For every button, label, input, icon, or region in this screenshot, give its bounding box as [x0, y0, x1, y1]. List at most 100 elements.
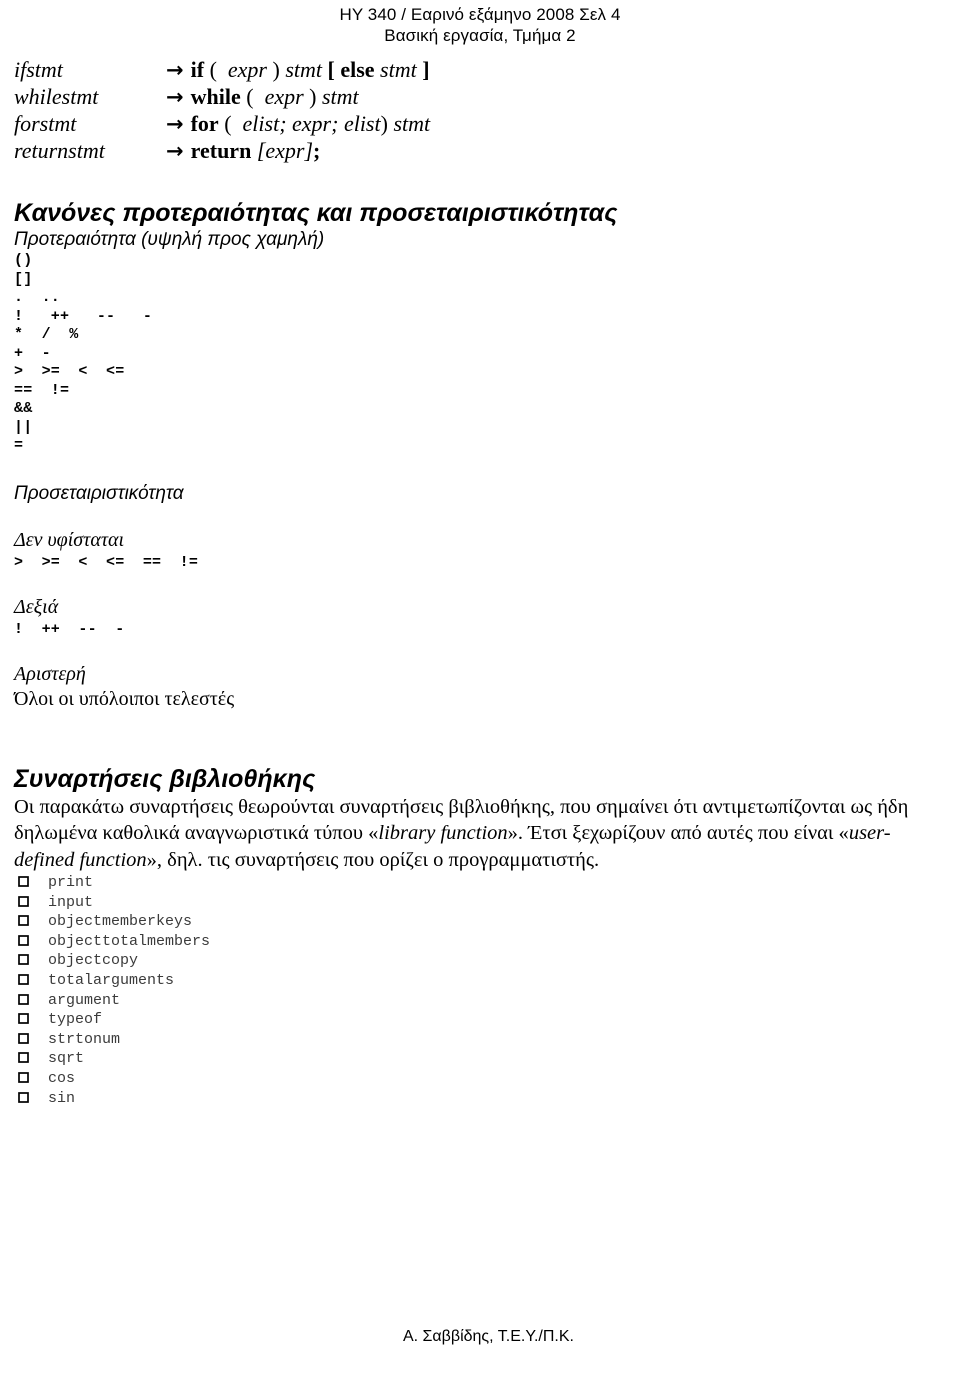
paragraph-emphasis-library-function: library function	[378, 822, 508, 844]
library-function-name: sin	[48, 1089, 76, 1107]
library-function-item: objecttotalmembers	[14, 932, 946, 952]
associativity-group-operators: > >= < <= == !=	[14, 553, 199, 571]
associativity-group-none: Δεν υφίσταται > >= < <= == !=	[14, 528, 946, 573]
library-functions-list: print input objectmemberkeys objecttotalmem…	[14, 873, 946, 1108]
library-section-title: Συναρτήσεις βιβλιοθήκης	[14, 764, 316, 793]
grammar-token: expr	[259, 84, 304, 109]
grammar-token: stmt	[321, 84, 359, 109]
checkbox-square-bullet-icon	[14, 951, 48, 971]
page-header-line-1: HY 340 / Εαρινό εξάμηνο 2008 Σελ 4	[339, 5, 621, 24]
library-function-item: input	[14, 893, 946, 913]
grammar-rule-row: whilestmt → while ( expr ) stmt	[14, 83, 946, 110]
grammar-lhs: returnstmt	[14, 138, 105, 163]
checkbox-square-bullet-icon	[14, 912, 48, 932]
library-function-name: strtonum	[48, 1030, 121, 1048]
paragraph-text-part-3: », δηλ. τις συναρτήσεις που ορίζει ο προ…	[146, 848, 600, 871]
library-function-name: sqrt	[48, 1050, 85, 1068]
associativity-section-title: Προσεταιριστικότητα	[14, 482, 184, 504]
checkbox-square-bullet-icon	[14, 1089, 48, 1109]
checkbox-square-bullet-icon	[14, 1049, 48, 1069]
precedence-level: =	[14, 437, 24, 454]
grammar-token: else	[340, 57, 375, 82]
associativity-group-label: Δεξιά	[14, 595, 59, 618]
library-function-item: typeof	[14, 1010, 946, 1030]
associativity-group-right: Δεξιά ! ++ -- -	[14, 595, 946, 640]
grammar-token: ;	[313, 138, 321, 163]
grammar-token: stmt	[285, 57, 322, 82]
precedence-level: == !=	[14, 381, 70, 399]
library-function-item: totalarguments	[14, 971, 946, 991]
grammar-token: stmt	[380, 57, 417, 82]
checkbox-square-bullet-icon	[14, 1069, 48, 1089]
associativity-group-operators: ! ++ -- -	[14, 620, 125, 638]
library-function-name: objectmemberkeys	[48, 913, 193, 931]
grammar-token: )	[266, 57, 286, 82]
checkbox-square-bullet-icon	[14, 932, 48, 952]
grammar-token: stmt	[393, 111, 431, 136]
library-section-paragraph: Οι παρακάτω συναρτήσεις θεωρούνται συναρ…	[14, 794, 946, 874]
grammar-lhs: whilestmt	[14, 84, 99, 109]
precedence-level: > >= < <=	[14, 363, 125, 380]
precedence-level: + -	[14, 344, 51, 362]
checkbox-square-bullet-icon	[14, 873, 48, 893]
library-function-name: cos	[48, 1069, 76, 1087]
grammar-token: while	[190, 84, 241, 109]
checkbox-square-bullet-icon	[14, 971, 48, 991]
grammar-token: [	[327, 57, 335, 82]
associativity-group-left: Αριστερή Όλοι οι υπόλοιποι τελεστές	[14, 662, 946, 712]
precedence-level: ()	[14, 252, 33, 269]
paragraph-text-part-2: ». Έτσι ξεχωρίζουν από αυτές που είναι «	[507, 822, 849, 844]
grammar-token: expr	[222, 57, 267, 82]
library-function-item: objectcopy	[14, 951, 946, 971]
precedence-section-title: Κανόνες προτεραιότητας και προσεταιριστι…	[14, 199, 618, 227]
grammar-rhs: for ( elist; expr; elist) stmt	[191, 110, 946, 137]
grammar-token: )	[303, 84, 322, 109]
library-function-name: input	[48, 893, 94, 911]
grammar-rule-row: forstmt → for ( elist; expr; elist) stmt	[14, 110, 946, 137]
library-function-item: objectmemberkeys	[14, 912, 946, 932]
library-function-item: sqrt	[14, 1049, 946, 1069]
library-function-item: argument	[14, 991, 946, 1011]
grammar-token: )	[380, 111, 394, 136]
precedence-level: * / %	[14, 326, 79, 343]
library-function-item: strtonum	[14, 1030, 946, 1050]
page-header: HY 340 / Εαρινό εξάμηνο 2008 Σελ 4 Βασικ…	[14, 0, 946, 46]
precedence-subtitle: Προτεραιότητα (υψηλή προς χαμηλή)	[14, 229, 325, 250]
grammar-token: (	[240, 84, 260, 109]
grammar-token: (	[218, 111, 238, 136]
checkbox-square-bullet-icon	[14, 1010, 48, 1030]
library-function-name: totalarguments	[48, 971, 175, 989]
library-function-name: objecttotalmembers	[48, 932, 211, 950]
grammar-token: for	[190, 111, 219, 136]
library-function-name: argument	[48, 991, 121, 1009]
grammar-rule-row: ifstmt → if ( expr ) stmt [ else stmt ]	[14, 56, 946, 83]
associativity-group-note: Όλοι οι υπόλοιποι τελεστές	[14, 687, 235, 710]
grammar-token: ]	[422, 57, 430, 82]
library-function-name: objectcopy	[48, 952, 139, 970]
checkbox-square-bullet-icon	[14, 1030, 48, 1050]
library-function-name: typeof	[48, 1011, 103, 1029]
arrow-right-icon: →	[166, 85, 184, 109]
grammar-rhs: if ( expr ) stmt [ else stmt ]	[191, 56, 946, 83]
grammar-lhs: forstmt	[14, 111, 77, 136]
precedence-level: ! ++ -- -	[14, 307, 153, 325]
grammar-token: return	[190, 138, 252, 163]
checkbox-square-bullet-icon	[14, 893, 48, 913]
library-function-item: cos	[14, 1069, 946, 1089]
library-function-item: sin	[14, 1089, 946, 1109]
arrow-right-icon: →	[166, 58, 184, 82]
grammar-token: if	[190, 57, 205, 82]
precedence-level: &&	[14, 400, 33, 417]
grammar-token: [expr]	[256, 138, 314, 163]
document-page: HY 340 / Εαρινό εξάμηνο 2008 Σελ 4 Βασικ…	[0, 0, 960, 1385]
arrow-right-icon: →	[166, 112, 184, 136]
associativity-group-label: Αριστερή	[14, 662, 86, 685]
grammar-token: (	[204, 57, 223, 82]
library-function-name: print	[48, 874, 94, 891]
precedence-level: . ..	[14, 289, 61, 306]
grammar-rule-row: returnstmt → return [expr];	[14, 137, 946, 164]
precedence-levels-list: ()[]. ..! ++ -- - * / % + - > >= < <= == != &…	[14, 252, 946, 456]
grammar-lhs: ifstmt	[14, 57, 63, 82]
page-header-line-2: Βασική εργασία, Τμήμα 2	[384, 26, 576, 45]
arrow-right-icon: →	[166, 139, 184, 163]
